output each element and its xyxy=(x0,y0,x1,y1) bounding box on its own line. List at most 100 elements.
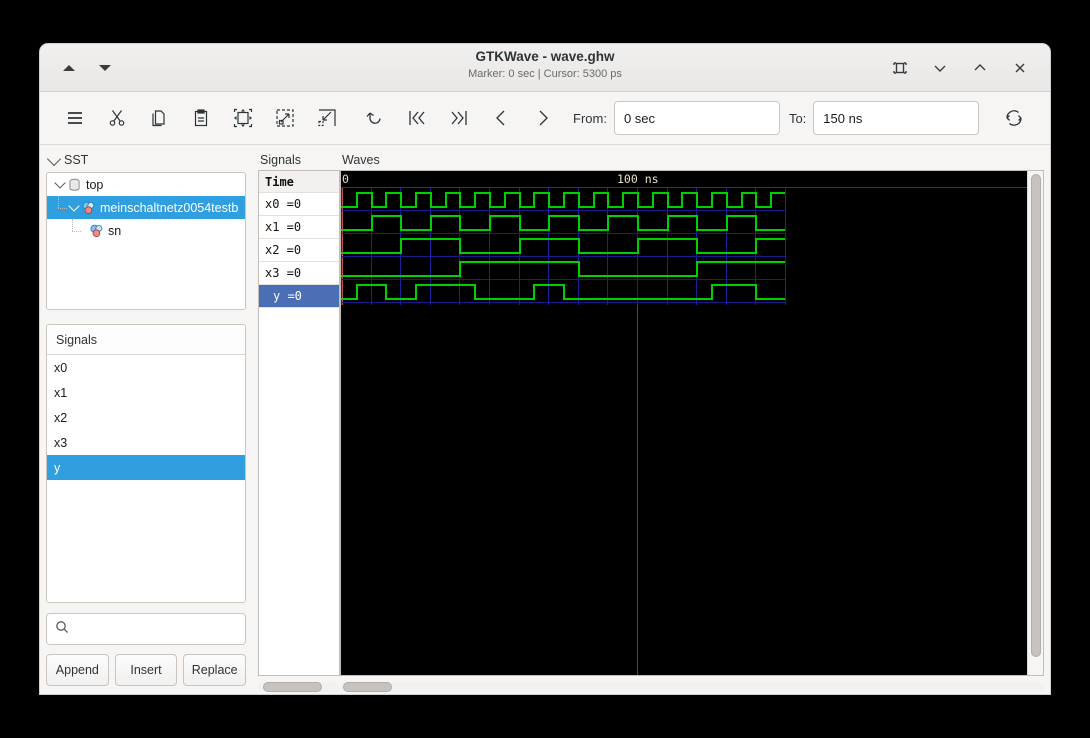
wave-edge-x2 xyxy=(400,238,402,254)
row-separator xyxy=(341,256,785,257)
search-box[interactable] xyxy=(46,613,246,645)
cut-icon[interactable] xyxy=(96,98,138,138)
chevron-down-icon xyxy=(46,151,62,166)
triangle-down-icon xyxy=(99,64,111,71)
reload-icon[interactable] xyxy=(993,98,1035,138)
wave-name-x1[interactable]: x1 =0 xyxy=(259,216,339,239)
row-separator xyxy=(341,233,785,234)
wave-segment-x2 xyxy=(696,252,755,254)
instance-icon xyxy=(89,224,104,238)
row-separator xyxy=(341,302,785,303)
next-marker-button[interactable] xyxy=(94,57,116,79)
waves-vscrollbar[interactable] xyxy=(1027,171,1043,675)
wave-segment-x1 xyxy=(341,229,371,231)
wave-names-list[interactable]: Time x0 =0 x1 =0 x2 =0 x3 =0 y =0 xyxy=(258,170,340,676)
search-icon xyxy=(55,620,69,639)
wave-edge-y xyxy=(356,284,358,300)
window-controls xyxy=(890,58,1050,78)
wave-segment-x0 xyxy=(548,206,563,208)
list-item-x2[interactable]: x2 xyxy=(47,405,245,430)
minimize-icon[interactable] xyxy=(930,58,950,78)
wave-edge-x0 xyxy=(563,192,565,208)
zoom-out-icon[interactable] xyxy=(306,98,348,138)
go-to-end-icon[interactable] xyxy=(438,98,480,138)
undo-icon[interactable] xyxy=(354,98,396,138)
wave-segment-x0 xyxy=(341,206,356,208)
scrollbar-trough[interactable] xyxy=(258,682,340,692)
scrollbar-trough[interactable] xyxy=(340,682,1044,692)
wave-edge-x0 xyxy=(622,192,624,208)
wave-edge-x0 xyxy=(415,192,417,208)
list-item-x0[interactable]: x0 xyxy=(47,355,245,380)
tree-item-label: sn xyxy=(108,223,122,238)
wave-segment-x0 xyxy=(770,192,785,194)
prev-marker-button[interactable] xyxy=(58,57,80,79)
tree-item-meinschaltnetz[interactable]: meinschaltnetz0054testb xyxy=(47,196,245,219)
wave-segment-x0 xyxy=(504,192,519,194)
waves-canvas[interactable]: 0 100 ns xyxy=(341,171,1027,675)
paste-icon[interactable] xyxy=(180,98,222,138)
wave-name-y[interactable]: y =0 xyxy=(259,285,339,308)
next-edge-icon[interactable] xyxy=(522,98,564,138)
wave-segment-y xyxy=(474,298,533,300)
wave-edge-x1 xyxy=(667,215,669,231)
chevron-down-icon[interactable] xyxy=(67,200,81,213)
copy-icon[interactable] xyxy=(138,98,180,138)
to-label: To: xyxy=(788,110,807,126)
tree-item-sn[interactable]: sn xyxy=(47,219,245,242)
signals-list-box: Signals x0 x1 x2 x3 y xyxy=(46,324,246,603)
instance-icon xyxy=(81,201,96,215)
chevron-down-icon[interactable] xyxy=(53,177,67,190)
tree-item-top[interactable]: top xyxy=(47,173,245,196)
titlebar-left-buttons xyxy=(40,57,116,79)
from-label: From: xyxy=(573,110,607,126)
go-to-start-icon[interactable] xyxy=(396,98,438,138)
replace-button[interactable]: Replace xyxy=(183,654,247,686)
waves-hscrollbar[interactable] xyxy=(340,680,1044,694)
list-item-y[interactable]: y xyxy=(47,455,245,480)
wave-segment-x0 xyxy=(696,206,711,208)
triangle-up-icon xyxy=(63,64,75,71)
wave-edge-x1 xyxy=(371,215,373,231)
wave-segment-x1 xyxy=(696,229,726,231)
list-item-x1[interactable]: x1 xyxy=(47,380,245,405)
wave-edge-x1 xyxy=(607,215,609,231)
wave-name-x2[interactable]: x2 =0 xyxy=(259,239,339,262)
insert-button[interactable]: Insert xyxy=(114,654,178,686)
signals-list[interactable]: x0 x1 x2 x3 y xyxy=(47,355,245,602)
wave-segment-x0 xyxy=(652,192,667,194)
close-icon[interactable] xyxy=(1010,58,1030,78)
wave-edge-x3 xyxy=(696,261,698,277)
zoom-fit-icon[interactable] xyxy=(222,98,264,138)
scrollbar-thumb[interactable] xyxy=(262,682,322,692)
scrollbar-thumb[interactable] xyxy=(342,682,393,692)
wave-segment-x2 xyxy=(637,238,696,240)
wave-names-hscrollbar[interactable] xyxy=(258,680,340,694)
append-button[interactable]: Append xyxy=(46,654,109,686)
scrollbar-thumb[interactable] xyxy=(1030,174,1041,658)
fullscreen-icon[interactable] xyxy=(890,58,910,78)
maximize-icon[interactable] xyxy=(970,58,990,78)
time-axis-rule xyxy=(341,187,1027,188)
wave-segment-x0 xyxy=(667,206,681,208)
wave-segment-x0 xyxy=(533,192,548,194)
wave-name-x3[interactable]: x3 =0 xyxy=(259,262,339,285)
wave-segment-x1 xyxy=(489,215,519,217)
time-tick-label: 0 xyxy=(342,172,349,186)
wave-segment-x0 xyxy=(415,192,430,194)
menu-icon[interactable] xyxy=(54,98,96,138)
previous-edge-icon[interactable] xyxy=(480,98,522,138)
wave-name-x0[interactable]: x0 =0 xyxy=(259,193,339,216)
list-item-x3[interactable]: x3 xyxy=(47,430,245,455)
wave-segment-x1 xyxy=(548,215,578,217)
wave-segment-y xyxy=(755,298,785,300)
wave-edge-x0 xyxy=(385,192,387,208)
from-input[interactable]: 0 sec xyxy=(613,101,780,135)
sst-tree[interactable]: top meinschaltnetz0054testb sn xyxy=(46,172,246,310)
to-input[interactable]: 150 ns xyxy=(813,101,980,135)
zoom-in-icon[interactable] xyxy=(264,98,306,138)
wave-segment-x1 xyxy=(371,215,400,217)
wave-edge-x3 xyxy=(459,261,461,277)
sst-header[interactable]: SST xyxy=(46,151,246,169)
wave-segment-x1 xyxy=(519,229,548,231)
